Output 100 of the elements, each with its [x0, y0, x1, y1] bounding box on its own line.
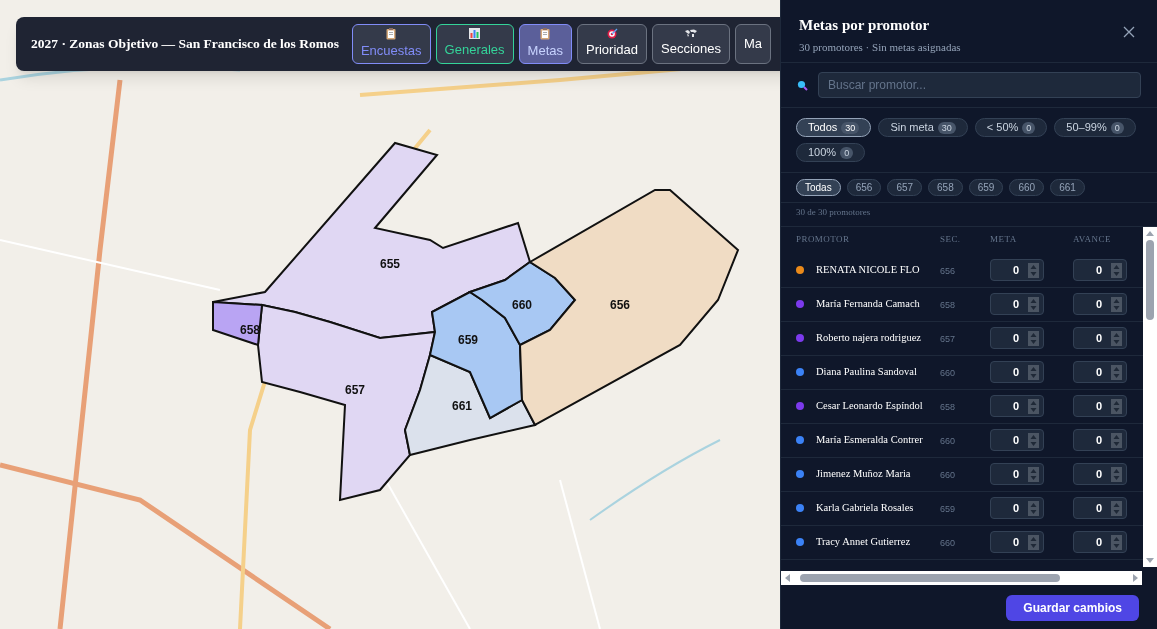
section-label: 655 [380, 258, 401, 270]
section-polygon[interactable] [403, 353, 537, 457]
section-number: 658 [940, 401, 957, 415]
section-chip[interactable]: Todas [796, 179, 841, 196]
column-header: META [990, 233, 1018, 247]
horizontal-scrollbar[interactable] [781, 571, 1142, 585]
close-icon[interactable] [1123, 26, 1135, 38]
search-icon [797, 79, 808, 91]
section-label: 661 [452, 400, 473, 412]
section-chip[interactable]: 661 [1050, 179, 1085, 196]
avance-field[interactable]: 0 [1073, 531, 1127, 553]
spinner-icon[interactable] [1028, 466, 1039, 482]
count-badge: 0 [1110, 121, 1124, 134]
panel-title: Metas por promotor [799, 16, 931, 35]
meta-field[interactable]: 0 [990, 327, 1044, 349]
promoter-name: María Fernanda Camach [816, 297, 921, 312]
meta-field[interactable]: 0 [990, 429, 1044, 451]
save-button[interactable]: Guardar cambios [1006, 595, 1139, 621]
avance-field[interactable]: 0 [1073, 361, 1127, 383]
toolbar-title: 2027 · Zonas Objetivo — San Francisco de los Romos [31, 34, 339, 53]
count-badge: 0 [1022, 121, 1036, 134]
spinner-icon[interactable] [1111, 330, 1122, 346]
spinner-icon[interactable] [1028, 296, 1039, 312]
filter-chip[interactable]: 100% 0 [796, 143, 866, 162]
avance-field[interactable]: 0 [1073, 463, 1127, 485]
section-number: 660 [940, 469, 957, 483]
spinner-icon[interactable] [1111, 296, 1122, 312]
count-badge: 0 [840, 146, 854, 159]
meta-field[interactable]: 0 [990, 395, 1044, 417]
spinner-icon[interactable] [1111, 466, 1122, 482]
section-polygon[interactable] [212, 300, 264, 347]
toolbar-button[interactable]: Generales [435, 24, 514, 64]
spinner-icon[interactable] [1111, 432, 1122, 448]
section-label: 656 [610, 299, 631, 311]
vertical-scrollbar[interactable] [1143, 226, 1157, 567]
filter-chip[interactable]: 50–99% 0 [1054, 118, 1136, 137]
meta-field[interactable]: 0 [990, 259, 1044, 281]
avance-field[interactable]: 0 [1073, 429, 1127, 451]
promoter-name: María Esmeralda Contrer [816, 433, 924, 448]
target-icon [606, 28, 618, 40]
filter-chip[interactable]: Todos 30 [796, 118, 872, 137]
section-chip[interactable]: 659 [968, 179, 1004, 196]
spinner-icon[interactable] [1028, 262, 1039, 278]
promoter-name: RENATA NICOLE FLO [816, 263, 921, 278]
section-number: 659 [940, 503, 957, 517]
toolbar-button[interactable]: Metas [518, 24, 572, 64]
section-label: 657 [345, 384, 366, 396]
promoter-name: Cesar Leonardo Espíndol [816, 399, 924, 414]
section-label: 658 [240, 324, 261, 336]
meta-field[interactable]: 0 [990, 497, 1044, 519]
toolbar-button[interactable]: Secciones [652, 24, 730, 64]
filter-chip[interactable]: Sin meta 30 [878, 118, 968, 137]
clipboard-icon [540, 27, 551, 40]
spinner-icon[interactable] [1028, 330, 1039, 346]
toolbar-button[interactable]: Prioridad [577, 24, 647, 64]
section-number: 660 [940, 367, 957, 381]
section-chip[interactable]: 656 [846, 179, 882, 196]
toolbar-button[interactable]: Ma [735, 24, 772, 64]
spinner-icon[interactable] [1111, 262, 1122, 278]
promoter-name: Diana Paulina Sandoval [816, 365, 918, 380]
spinner-icon[interactable] [1028, 398, 1039, 414]
section-chip[interactable]: 657 [887, 179, 923, 196]
section-chip[interactable]: 658 [928, 179, 963, 196]
column-header: AVANCE [1073, 233, 1111, 247]
section-polygon[interactable] [257, 303, 437, 502]
section-chip[interactable]: 660 [1009, 179, 1045, 196]
column-header: SEC. [940, 233, 962, 247]
avance-field[interactable]: 0 [1073, 259, 1127, 281]
avance-field[interactable]: 0 [1073, 395, 1127, 417]
spinner-icon[interactable] [1028, 432, 1039, 448]
spinner-icon[interactable] [1028, 364, 1039, 380]
promoter-name: Roberto najera rodriguez [816, 331, 922, 346]
count-badge: 30 [937, 121, 956, 134]
spinner-icon[interactable] [1028, 534, 1039, 550]
clipboard-icon [386, 27, 397, 40]
avance-field[interactable]: 0 [1073, 497, 1127, 519]
avance-field[interactable]: 0 [1073, 327, 1127, 349]
meta-field[interactable]: 0 [990, 293, 1044, 315]
column-header: PROMOTOR [796, 233, 851, 247]
result-count: 30 de 30 promotores [781, 203, 1157, 227]
meta-field[interactable]: 0 [990, 463, 1044, 485]
avance-field[interactable]: 0 [1073, 293, 1127, 315]
world-map-icon [684, 29, 698, 39]
spinner-icon[interactable] [1111, 534, 1122, 550]
meta-field[interactable]: 0 [990, 531, 1044, 553]
section-number: 660 [940, 537, 957, 551]
section-label: 660 [512, 299, 533, 311]
section-number: 658 [940, 299, 957, 313]
toolbar-button[interactable]: Encuestas [351, 24, 431, 64]
filter-chip[interactable]: < 50% 0 [974, 118, 1048, 137]
promoter-name: Tracy Annet Gutierrez [816, 535, 912, 550]
section-label: 659 [458, 334, 479, 346]
section-number: 656 [940, 265, 957, 279]
spinner-icon[interactable] [1111, 398, 1122, 414]
search-field[interactable]: Buscar promotor... [818, 72, 1141, 98]
meta-field[interactable]: 0 [990, 361, 1044, 383]
spinner-icon[interactable] [1111, 500, 1122, 516]
spinner-icon[interactable] [1028, 500, 1039, 516]
spinner-icon[interactable] [1111, 364, 1122, 380]
panel-subtitle: 30 promotores · Sin metas asignadas [799, 39, 961, 55]
